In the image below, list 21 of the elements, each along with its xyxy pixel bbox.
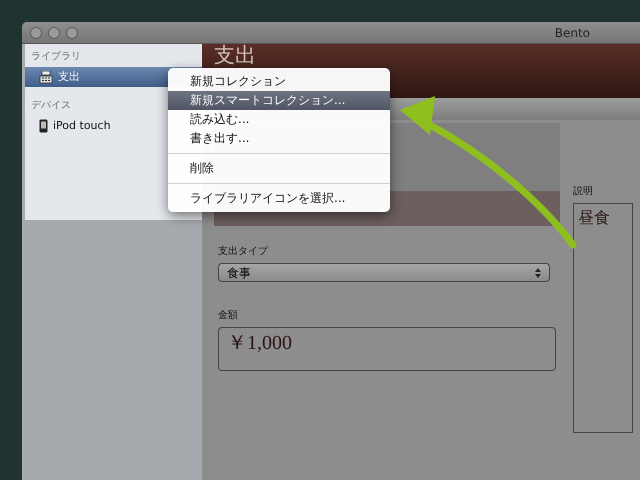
window-title: Bento bbox=[554, 24, 590, 42]
collection-title: 支出 bbox=[214, 45, 256, 66]
field-label: 説明 bbox=[573, 184, 593, 199]
menu-item[interactable]: 読み込む... bbox=[168, 110, 390, 129]
menu-item[interactable]: 書き出す... bbox=[168, 129, 390, 148]
minimize-window-button[interactable] bbox=[48, 26, 60, 38]
cash-register-icon bbox=[39, 70, 53, 84]
field-label: 金額 bbox=[218, 308, 238, 323]
menu-item[interactable]: 削除 bbox=[168, 159, 390, 178]
close-window-button[interactable] bbox=[30, 26, 42, 38]
media-player-icon bbox=[39, 119, 48, 133]
section-heading: デバイス bbox=[30, 99, 72, 113]
zoom-window-button[interactable] bbox=[66, 26, 78, 38]
section-heading: ライブラリ bbox=[30, 50, 82, 64]
field-label: 支出タイプ bbox=[218, 244, 268, 259]
dropdown[interactable]: 食事 bbox=[218, 263, 550, 282]
menu-item[interactable]: ライブラリアイコンを選択... bbox=[168, 189, 390, 208]
amount-field[interactable]: ￥1,000 bbox=[218, 327, 556, 371]
description-field[interactable]: 昼食 bbox=[573, 203, 633, 433]
menu-item[interactable]: 新規スマートコレクション... bbox=[168, 91, 390, 110]
stepper-arrows-icon bbox=[535, 268, 541, 278]
